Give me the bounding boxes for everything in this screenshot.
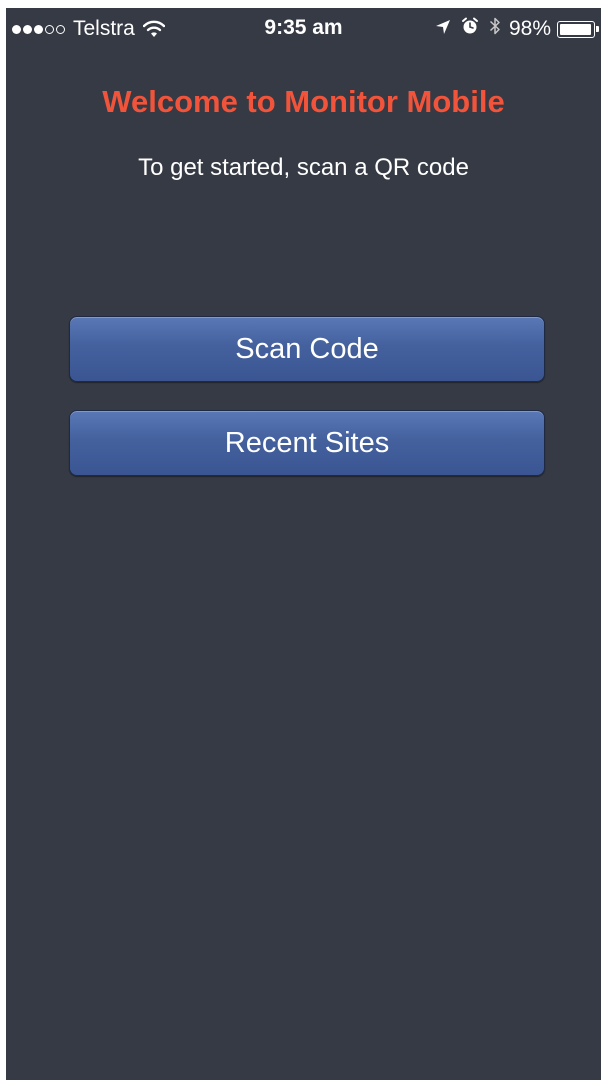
status-bar: Telstra 9:35 am 98% bbox=[6, 8, 601, 50]
carrier-name: Telstra bbox=[73, 17, 135, 40]
page-title: Welcome to Monitor Mobile bbox=[102, 84, 505, 119]
wifi-icon bbox=[142, 20, 166, 38]
status-right: 98% bbox=[425, 16, 599, 42]
recent-sites-button[interactable]: Recent Sites bbox=[69, 410, 545, 476]
battery-fill bbox=[560, 23, 592, 35]
status-left: Telstra bbox=[12, 16, 166, 42]
battery-icon bbox=[557, 20, 599, 38]
app-screen: Telstra 9:35 am 98% Welcome to Monitor M… bbox=[6, 8, 601, 1080]
alarm-clock-icon bbox=[461, 17, 479, 41]
page-subtitle: To get started, scan a QR code bbox=[138, 154, 469, 181]
signal-strength-icon bbox=[12, 24, 67, 34]
battery-percent: 98% bbox=[508, 17, 551, 40]
location-arrow-icon bbox=[435, 17, 451, 41]
bluetooth-icon bbox=[489, 16, 501, 42]
scan-code-button[interactable]: Scan Code bbox=[69, 316, 545, 382]
